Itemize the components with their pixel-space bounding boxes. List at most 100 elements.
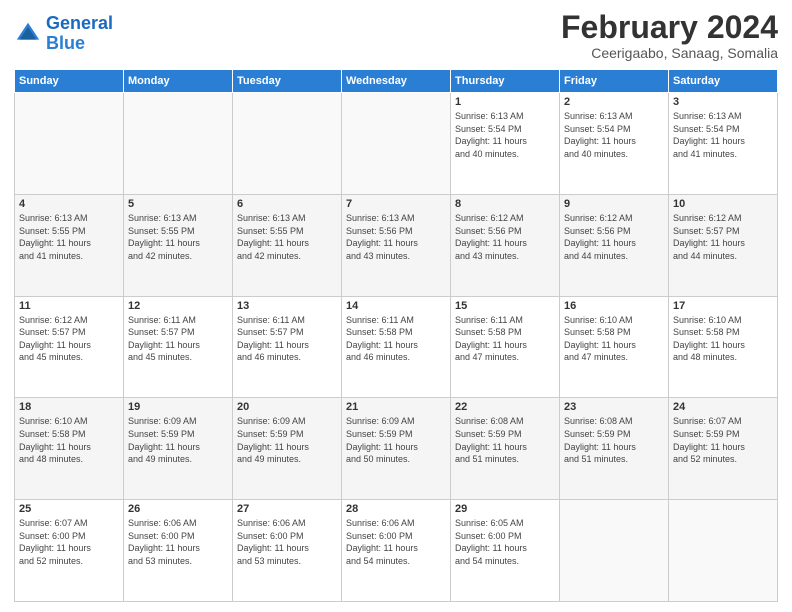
calendar-cell: 21 Sunrise: 6:09 AM Sunset: 5:59 PM Dayli… bbox=[342, 398, 451, 500]
calendar-cell: 2 Sunrise: 6:13 AM Sunset: 5:54 PM Daylig… bbox=[560, 93, 669, 195]
header-thursday: Thursday bbox=[451, 70, 560, 93]
calendar-cell: 9 Sunrise: 6:12 AM Sunset: 5:56 PM Daylig… bbox=[560, 194, 669, 296]
logo-line2: Blue bbox=[46, 34, 113, 54]
calendar-cell: 15Sunrise: 6:11 AM Sunset: 5:58 PM Dayli… bbox=[451, 296, 560, 398]
day-info: Sunrise: 6:11 AM Sunset: 5:58 PM Dayligh… bbox=[346, 314, 446, 364]
calendar-cell: 1 Sunrise: 6:13 AM Sunset: 5:54 PM Daylig… bbox=[451, 93, 560, 195]
week-row-3: 18 Sunrise: 6:10 AM Sunset: 5:58 PM Dayli… bbox=[15, 398, 778, 500]
header-sunday: Sunday bbox=[15, 70, 124, 93]
day-info: Sunrise: 6:12 AM Sunset: 5:56 PM Dayligh… bbox=[455, 212, 555, 262]
day-number: 21 bbox=[346, 401, 446, 413]
main-title: February 2024 bbox=[561, 10, 778, 45]
day-number: 27 bbox=[237, 503, 337, 515]
day-info: Sunrise: 6:08 AM Sunset: 5:59 PM Dayligh… bbox=[564, 415, 664, 465]
calendar: SundayMondayTuesdayWednesdayThursdayFrid… bbox=[14, 69, 778, 602]
day-number: 17 bbox=[673, 300, 773, 312]
day-info: Sunrise: 6:09 AM Sunset: 5:59 PM Dayligh… bbox=[346, 415, 446, 465]
calendar-cell: 26Sunrise: 6:06 AM Sunset: 6:00 PM Dayli… bbox=[124, 500, 233, 602]
subtitle: Ceerigaabo, Sanaag, Somalia bbox=[561, 45, 778, 61]
day-number: 29 bbox=[455, 503, 555, 515]
day-number: 26 bbox=[128, 503, 228, 515]
calendar-cell bbox=[15, 93, 124, 195]
day-number: 11 bbox=[19, 300, 119, 312]
day-number: 2 bbox=[564, 96, 664, 108]
day-info: Sunrise: 6:13 AM Sunset: 5:54 PM Dayligh… bbox=[455, 110, 555, 160]
day-number: 19 bbox=[128, 401, 228, 413]
calendar-cell: 8 Sunrise: 6:12 AM Sunset: 5:56 PM Daylig… bbox=[451, 194, 560, 296]
calendar-cell: 13 Sunrise: 6:11 AM Sunset: 5:57 PM Dayli… bbox=[233, 296, 342, 398]
calendar-cell: 4 Sunrise: 6:13 AM Sunset: 5:55 PM Daylig… bbox=[15, 194, 124, 296]
calendar-cell: 27 Sunrise: 6:06 AM Sunset: 6:00 PM Dayli… bbox=[233, 500, 342, 602]
day-info: Sunrise: 6:13 AM Sunset: 5:55 PM Dayligh… bbox=[128, 212, 228, 262]
day-info: Sunrise: 6:12 AM Sunset: 5:56 PM Dayligh… bbox=[564, 212, 664, 262]
day-info: Sunrise: 6:08 AM Sunset: 5:59 PM Dayligh… bbox=[455, 415, 555, 465]
calendar-cell: 18 Sunrise: 6:10 AM Sunset: 5:58 PM Dayli… bbox=[15, 398, 124, 500]
calendar-cell bbox=[233, 93, 342, 195]
calendar-cell bbox=[342, 93, 451, 195]
title-block: February 2024 Ceerigaabo, Sanaag, Somali… bbox=[561, 10, 778, 61]
day-info: Sunrise: 6:11 AM Sunset: 5:57 PM Dayligh… bbox=[237, 314, 337, 364]
calendar-cell: 24Sunrise: 6:07 AM Sunset: 5:59 PM Dayli… bbox=[669, 398, 778, 500]
calendar-cell: 20 Sunrise: 6:09 AM Sunset: 5:59 PM Dayli… bbox=[233, 398, 342, 500]
calendar-cell: 17 Sunrise: 6:10 AM Sunset: 5:58 PM Dayli… bbox=[669, 296, 778, 398]
day-number: 7 bbox=[346, 198, 446, 210]
day-number: 25 bbox=[19, 503, 119, 515]
day-info: Sunrise: 6:06 AM Sunset: 6:00 PM Dayligh… bbox=[237, 517, 337, 567]
calendar-cell bbox=[560, 500, 669, 602]
day-number: 8 bbox=[455, 198, 555, 210]
week-row-4: 25 Sunrise: 6:07 AM Sunset: 6:00 PM Dayli… bbox=[15, 500, 778, 602]
day-number: 13 bbox=[237, 300, 337, 312]
calendar-cell: 12 Sunrise: 6:11 AM Sunset: 5:57 PM Dayli… bbox=[124, 296, 233, 398]
calendar-cell: 28 Sunrise: 6:06 AM Sunset: 6:00 PM Dayli… bbox=[342, 500, 451, 602]
calendar-header-row: SundayMondayTuesdayWednesdayThursdayFrid… bbox=[15, 70, 778, 93]
day-number: 4 bbox=[19, 198, 119, 210]
day-info: Sunrise: 6:13 AM Sunset: 5:55 PM Dayligh… bbox=[19, 212, 119, 262]
logo-icon bbox=[14, 20, 42, 48]
day-number: 15 bbox=[455, 300, 555, 312]
day-info: Sunrise: 6:05 AM Sunset: 6:00 PM Dayligh… bbox=[455, 517, 555, 567]
calendar-cell bbox=[669, 500, 778, 602]
day-info: Sunrise: 6:13 AM Sunset: 5:54 PM Dayligh… bbox=[564, 110, 664, 160]
calendar-cell: 10Sunrise: 6:12 AM Sunset: 5:57 PM Dayli… bbox=[669, 194, 778, 296]
calendar-cell: 22 Sunrise: 6:08 AM Sunset: 5:59 PM Dayli… bbox=[451, 398, 560, 500]
page: General Blue February 2024 Ceerigaabo, S… bbox=[0, 0, 792, 612]
day-number: 10 bbox=[673, 198, 773, 210]
day-number: 12 bbox=[128, 300, 228, 312]
header: General Blue February 2024 Ceerigaabo, S… bbox=[14, 10, 778, 61]
day-number: 18 bbox=[19, 401, 119, 413]
week-row-2: 11Sunrise: 6:12 AM Sunset: 5:57 PM Dayli… bbox=[15, 296, 778, 398]
day-number: 9 bbox=[564, 198, 664, 210]
calendar-cell bbox=[124, 93, 233, 195]
day-number: 23 bbox=[564, 401, 664, 413]
day-number: 14 bbox=[346, 300, 446, 312]
calendar-cell: 14 Sunrise: 6:11 AM Sunset: 5:58 PM Dayli… bbox=[342, 296, 451, 398]
header-saturday: Saturday bbox=[669, 70, 778, 93]
day-info: Sunrise: 6:06 AM Sunset: 6:00 PM Dayligh… bbox=[346, 517, 446, 567]
day-info: Sunrise: 6:07 AM Sunset: 6:00 PM Dayligh… bbox=[19, 517, 119, 567]
day-info: Sunrise: 6:11 AM Sunset: 5:57 PM Dayligh… bbox=[128, 314, 228, 364]
day-number: 1 bbox=[455, 96, 555, 108]
header-wednesday: Wednesday bbox=[342, 70, 451, 93]
day-number: 24 bbox=[673, 401, 773, 413]
calendar-cell: 6Sunrise: 6:13 AM Sunset: 5:55 PM Daylig… bbox=[233, 194, 342, 296]
day-info: Sunrise: 6:10 AM Sunset: 5:58 PM Dayligh… bbox=[564, 314, 664, 364]
day-info: Sunrise: 6:13 AM Sunset: 5:54 PM Dayligh… bbox=[673, 110, 773, 160]
day-number: 6 bbox=[237, 198, 337, 210]
day-info: Sunrise: 6:10 AM Sunset: 5:58 PM Dayligh… bbox=[673, 314, 773, 364]
calendar-cell: 3 Sunrise: 6:13 AM Sunset: 5:54 PM Daylig… bbox=[669, 93, 778, 195]
day-number: 16 bbox=[564, 300, 664, 312]
day-number: 3 bbox=[673, 96, 773, 108]
calendar-cell: 7 Sunrise: 6:13 AM Sunset: 5:56 PM Daylig… bbox=[342, 194, 451, 296]
day-info: Sunrise: 6:10 AM Sunset: 5:58 PM Dayligh… bbox=[19, 415, 119, 465]
calendar-cell: 11Sunrise: 6:12 AM Sunset: 5:57 PM Dayli… bbox=[15, 296, 124, 398]
logo-line1: General bbox=[46, 14, 113, 34]
day-info: Sunrise: 6:13 AM Sunset: 5:56 PM Dayligh… bbox=[346, 212, 446, 262]
header-tuesday: Tuesday bbox=[233, 70, 342, 93]
calendar-cell: 29 Sunrise: 6:05 AM Sunset: 6:00 PM Dayli… bbox=[451, 500, 560, 602]
day-number: 28 bbox=[346, 503, 446, 515]
week-row-0: 1 Sunrise: 6:13 AM Sunset: 5:54 PM Daylig… bbox=[15, 93, 778, 195]
day-number: 22 bbox=[455, 401, 555, 413]
day-info: Sunrise: 6:09 AM Sunset: 5:59 PM Dayligh… bbox=[237, 415, 337, 465]
calendar-cell: 25 Sunrise: 6:07 AM Sunset: 6:00 PM Dayli… bbox=[15, 500, 124, 602]
day-number: 20 bbox=[237, 401, 337, 413]
